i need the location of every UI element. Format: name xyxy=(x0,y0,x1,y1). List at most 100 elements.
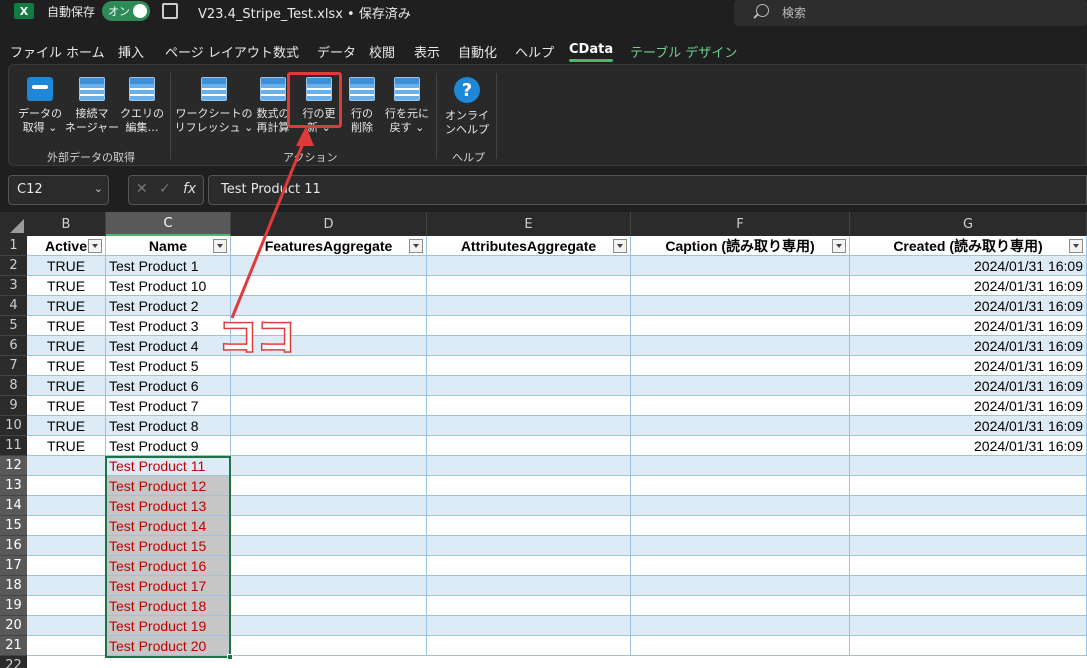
cell-features[interactable] xyxy=(231,636,427,656)
cell-active[interactable] xyxy=(27,556,106,576)
cell-attributes[interactable] xyxy=(427,356,631,376)
tab-11[interactable]: テーブル デザイン xyxy=(630,42,737,61)
cell-features[interactable] xyxy=(231,256,427,276)
table-header-cell[interactable]: Created (読み取り専用) xyxy=(850,236,1087,256)
cell-attributes[interactable] xyxy=(427,276,631,296)
cell-attributes[interactable] xyxy=(427,616,631,636)
cell-name[interactable]: Test Product 8 xyxy=(106,416,231,436)
table-header-cell[interactable]: Name xyxy=(106,236,231,256)
cell-caption[interactable] xyxy=(631,256,850,276)
tab-0[interactable]: ファイル xyxy=(10,42,62,61)
cell-created[interactable] xyxy=(850,556,1087,576)
save-icon[interactable] xyxy=(162,3,178,19)
cell-features[interactable] xyxy=(231,436,427,456)
tab-2[interactable]: 挿入 xyxy=(118,42,144,61)
cell-caption[interactable] xyxy=(631,496,850,516)
column-header-c[interactable]: C xyxy=(106,212,231,236)
cell-features[interactable] xyxy=(231,596,427,616)
filter-dropdown-icon[interactable] xyxy=(213,239,227,253)
select-all-corner[interactable] xyxy=(0,212,27,236)
table-header-cell[interactable]: Active xyxy=(27,236,106,256)
row-header[interactable]: 10 xyxy=(0,416,27,436)
cell-active[interactable]: TRUE xyxy=(27,436,106,456)
cell-active[interactable]: TRUE xyxy=(27,396,106,416)
formula-input[interactable]: Test Product 11 xyxy=(208,175,1087,205)
cell-name[interactable]: Test Product 16 xyxy=(106,556,231,576)
cell-features[interactable] xyxy=(231,616,427,636)
cell-active[interactable] xyxy=(27,476,106,496)
cell-name[interactable]: Test Product 5 xyxy=(106,356,231,376)
name-box[interactable]: C12 ⌄ xyxy=(8,175,109,205)
cell-attributes[interactable] xyxy=(427,316,631,336)
tab-8[interactable]: 自動化 xyxy=(458,42,497,61)
cell-attributes[interactable] xyxy=(427,256,631,276)
tab-4[interactable]: 数式 xyxy=(273,42,299,61)
cell-features[interactable] xyxy=(231,316,427,336)
cell-features[interactable] xyxy=(231,376,427,396)
row-header[interactable]: 6 xyxy=(0,336,27,356)
cell-features[interactable] xyxy=(231,336,427,356)
row-header[interactable]: 18 xyxy=(0,576,27,596)
cell-features[interactable] xyxy=(231,456,427,476)
column-header-g[interactable]: G xyxy=(850,212,1087,236)
cell-caption[interactable] xyxy=(631,316,850,336)
cell-name[interactable]: Test Product 7 xyxy=(106,396,231,416)
cell-attributes[interactable] xyxy=(427,336,631,356)
cell-attributes[interactable] xyxy=(427,536,631,556)
cell-created[interactable]: 2024/01/31 16:09 xyxy=(850,436,1087,456)
cell-active[interactable]: TRUE xyxy=(27,376,106,396)
cell-created[interactable] xyxy=(850,516,1087,536)
cell-attributes[interactable] xyxy=(427,456,631,476)
cell-name[interactable]: Test Product 11 xyxy=(106,456,231,476)
chevron-down-icon[interactable]: ⌄ xyxy=(372,3,381,16)
row-header[interactable]: 3 xyxy=(0,276,27,296)
row-header[interactable]: 17 xyxy=(0,556,27,576)
cell-created[interactable] xyxy=(850,616,1087,636)
cell-features[interactable] xyxy=(231,516,427,536)
cell-name[interactable]: Test Product 12 xyxy=(106,476,231,496)
row-header[interactable]: 8 xyxy=(0,376,27,396)
cell-created[interactable] xyxy=(850,636,1087,656)
row-header[interactable]: 7 xyxy=(0,356,27,376)
cell-name[interactable]: Test Product 14 xyxy=(106,516,231,536)
ribbon-button-1[interactable]: 接続マ ネージャー xyxy=(64,73,120,145)
cell-name[interactable]: Test Product 9 xyxy=(106,436,231,456)
cell-name[interactable]: Test Product 18 xyxy=(106,596,231,616)
row-header[interactable]: 11 xyxy=(0,436,27,456)
cell-caption[interactable] xyxy=(631,476,850,496)
cell-created[interactable] xyxy=(850,536,1087,556)
row-header[interactable]: 16 xyxy=(0,536,27,556)
cell-caption[interactable] xyxy=(631,536,850,556)
cell-active[interactable]: TRUE xyxy=(27,276,106,296)
cell-name[interactable]: Test Product 6 xyxy=(106,376,231,396)
fill-handle[interactable] xyxy=(227,654,233,660)
enter-icon[interactable]: ✓ xyxy=(159,181,171,197)
cell-name[interactable]: Test Product 15 xyxy=(106,536,231,556)
cell-active[interactable] xyxy=(27,496,106,516)
cell-name[interactable]: Test Product 13 xyxy=(106,496,231,516)
cell-attributes[interactable] xyxy=(427,636,631,656)
cell-caption[interactable] xyxy=(631,336,850,356)
ribbon-button-7[interactable]: 行を元に 戻す ⌄ xyxy=(381,73,433,145)
table-header-cell[interactable]: Caption (読み取り専用) xyxy=(631,236,850,256)
cell-features[interactable] xyxy=(231,496,427,516)
cell-created[interactable] xyxy=(850,456,1087,476)
cell-created[interactable]: 2024/01/31 16:09 xyxy=(850,276,1087,296)
tab-3[interactable]: ページ レイアウト xyxy=(165,42,273,61)
cell-attributes[interactable] xyxy=(427,376,631,396)
cell-features[interactable] xyxy=(231,356,427,376)
cell-caption[interactable] xyxy=(631,516,850,536)
cell-attributes[interactable] xyxy=(427,576,631,596)
row-header[interactable]: 9 xyxy=(0,396,27,416)
cell-name[interactable]: Test Product 4 xyxy=(106,336,231,356)
ribbon-button-0[interactable]: データの 取得 ⌄ xyxy=(17,73,63,145)
row-header[interactable]: 4 xyxy=(0,296,27,316)
cell-created[interactable]: 2024/01/31 16:09 xyxy=(850,296,1087,316)
cell-created[interactable] xyxy=(850,476,1087,496)
cell-created[interactable] xyxy=(850,576,1087,596)
cell-caption[interactable] xyxy=(631,636,850,656)
cell-active[interactable] xyxy=(27,516,106,536)
column-header-b[interactable]: B xyxy=(27,212,106,236)
tab-9[interactable]: ヘルプ xyxy=(515,42,554,61)
cell-attributes[interactable] xyxy=(427,476,631,496)
